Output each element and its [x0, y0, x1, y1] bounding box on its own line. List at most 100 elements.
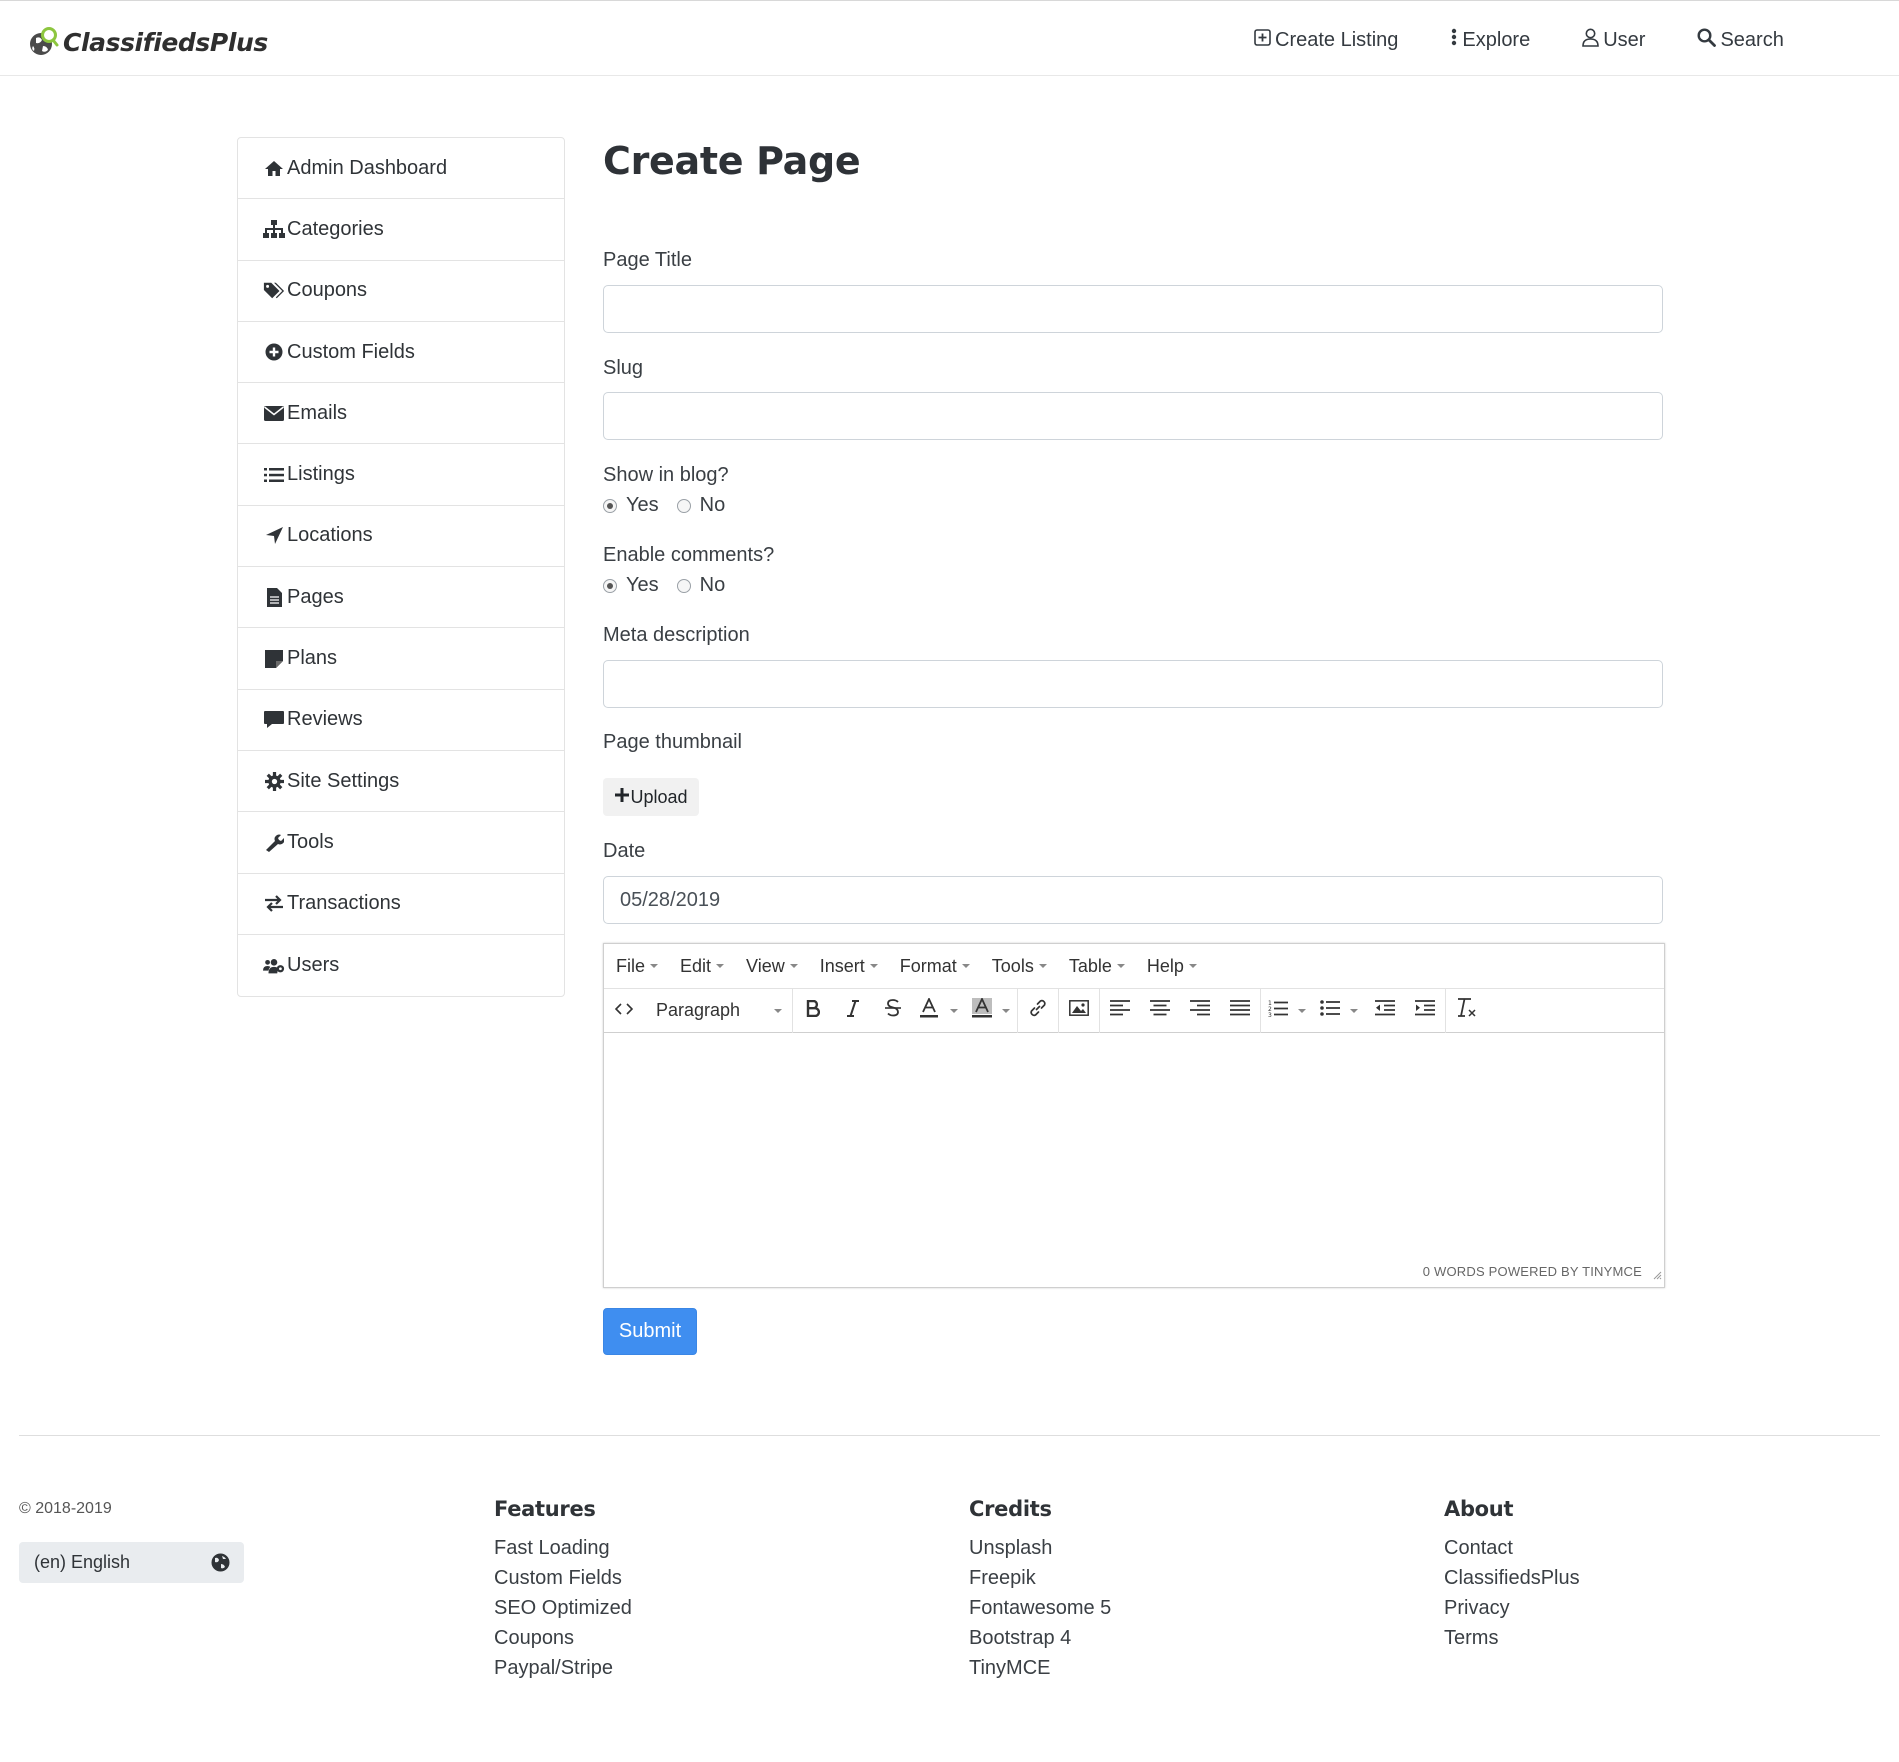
page-title: Create Page: [603, 139, 861, 183]
location-arrow-icon: [263, 526, 285, 546]
show-in-blog-no-label[interactable]: No: [700, 494, 726, 517]
sidebar-item-admin-dashboard[interactable]: Admin Dashboard: [238, 138, 564, 200]
show-in-blog-no-radio[interactable]: [676, 498, 691, 513]
sidebar-item-custom-fields[interactable]: Custom Fields: [238, 322, 564, 384]
upload-button[interactable]: Upload: [603, 778, 699, 816]
italic-icon: [847, 999, 859, 1022]
footer-link[interactable]: Privacy: [1444, 1593, 1580, 1623]
bold-button[interactable]: [793, 989, 833, 1033]
clear-formatting-button[interactable]: [1446, 989, 1486, 1033]
sidebar-item-pages[interactable]: Pages: [238, 567, 564, 629]
footer-link[interactable]: Paypal/Stripe: [494, 1653, 632, 1683]
editor-menu-insert[interactable]: Insert: [820, 956, 878, 977]
sidebar-item-reviews[interactable]: Reviews: [238, 690, 564, 751]
background-color-button[interactable]: [965, 989, 1017, 1033]
date-input[interactable]: 05/28/2019: [603, 876, 1663, 924]
numbered-list-button[interactable]: 123: [1261, 989, 1313, 1033]
sidebar-item-label: Listings: [287, 463, 355, 486]
user-icon: [1582, 28, 1603, 53]
footer-link[interactable]: Fast Loading: [494, 1533, 632, 1563]
rich-text-editor: File Edit View Insert Format Tools Table…: [603, 943, 1665, 1288]
editor-menu-file[interactable]: File: [616, 956, 659, 977]
sidebar-item-listings[interactable]: Listings: [238, 444, 564, 506]
sidebar-item-label: Site Settings: [287, 769, 400, 792]
footer-link[interactable]: Terms: [1444, 1623, 1580, 1653]
footer-link[interactable]: Unsplash: [969, 1533, 1111, 1563]
insert-image-button[interactable]: [1059, 989, 1099, 1033]
footer-link[interactable]: Bootstrap 4: [969, 1623, 1111, 1653]
sidebar-item-categories[interactable]: Categories: [238, 199, 564, 261]
strikethrough-button[interactable]: [873, 989, 913, 1033]
footer-link[interactable]: Coupons: [494, 1623, 632, 1653]
editor-menu-view[interactable]: View: [746, 956, 798, 977]
nav-explore-label: Explore: [1462, 28, 1531, 51]
enable-comments-no-label[interactable]: No: [700, 574, 726, 597]
enable-comments-yes-radio[interactable]: [603, 578, 617, 593]
gear-icon: [263, 771, 285, 791]
editor-menu-help[interactable]: Help: [1147, 956, 1197, 977]
italic-button[interactable]: [833, 989, 873, 1033]
plus-circle-icon: [263, 342, 285, 362]
sidebar-item-tools[interactable]: Tools: [238, 812, 564, 874]
editor-menu-table[interactable]: Table: [1069, 956, 1125, 977]
brand-logo[interactable]: ClassifiedsPlus: [28, 25, 268, 59]
caret-down-icon: [1038, 964, 1047, 968]
language-selector[interactable]: (en) English: [19, 1542, 244, 1583]
meta-description-input[interactable]: [603, 660, 1663, 708]
block-format-select[interactable]: Paragraph: [644, 989, 792, 1033]
editor-menu-format[interactable]: Format: [900, 956, 970, 977]
nav-user[interactable]: User: [1582, 27, 1645, 53]
enable-comments-yes-label[interactable]: Yes: [626, 574, 659, 597]
insert-link-button[interactable]: [1018, 989, 1058, 1033]
align-left-button[interactable]: [1100, 989, 1140, 1033]
editor-menu-tools[interactable]: Tools: [992, 956, 1047, 977]
home-icon: [263, 158, 285, 178]
sidebar-item-users[interactable]: Users: [238, 935, 564, 996]
footer-link[interactable]: Freepik: [969, 1563, 1111, 1593]
editor-menu-edit[interactable]: Edit: [680, 956, 725, 977]
nav-search[interactable]: Search: [1697, 27, 1784, 53]
page-title-input[interactable]: [603, 285, 1663, 333]
show-in-blog-yes-label[interactable]: Yes: [626, 494, 659, 517]
sidebar-item-label: Admin Dashboard: [287, 156, 448, 179]
ellipsis-vertical-icon: [1450, 27, 1462, 53]
align-right-button[interactable]: [1180, 989, 1220, 1033]
plus-icon: [614, 787, 630, 808]
show-in-blog-yes-radio[interactable]: [603, 498, 617, 513]
sidebar-item-transactions[interactable]: Transactions: [238, 874, 564, 935]
outdent-button[interactable]: [1365, 989, 1405, 1033]
indent-button[interactable]: [1405, 989, 1445, 1033]
sidebar-item-site-settings[interactable]: Site Settings: [238, 751, 564, 813]
editor-content-area[interactable]: [604, 1034, 1664, 1287]
source-code-button[interactable]: [604, 989, 644, 1033]
enable-comments-no-radio[interactable]: [676, 578, 691, 593]
footer-link[interactable]: Contact: [1444, 1533, 1580, 1563]
sidebar-item-plans[interactable]: Plans: [238, 628, 564, 690]
menu-label: View: [746, 955, 785, 976]
outdent-icon: [1375, 1000, 1395, 1021]
sidebar-item-emails[interactable]: Emails: [238, 383, 564, 445]
footer-link[interactable]: Custom Fields: [494, 1563, 632, 1593]
align-justify-button[interactable]: [1220, 989, 1260, 1033]
footer-column-credits: Credits Unsplash Freepik Fontawesome 5 B…: [969, 1497, 1111, 1683]
sidebar-item-locations[interactable]: Locations: [238, 506, 564, 568]
caret-down-icon: [950, 1008, 958, 1013]
nav-user-label: User: [1603, 28, 1646, 51]
bullet-list-button[interactable]: [1313, 989, 1365, 1033]
resize-handle-icon[interactable]: [1652, 1267, 1662, 1285]
caret-down-icon: [650, 964, 659, 968]
text-color-button[interactable]: [913, 989, 965, 1033]
nav-create-listing[interactable]: Create Listing: [1254, 27, 1398, 53]
language-label: (en) English: [34, 1552, 131, 1572]
submit-button[interactable]: Submit: [603, 1308, 697, 1355]
footer-link[interactable]: SEO Optimized: [494, 1593, 632, 1623]
slug-input[interactable]: [603, 392, 1663, 440]
footer-link[interactable]: ClassifiedsPlus: [1444, 1563, 1580, 1593]
footer-link[interactable]: Fontawesome 5: [969, 1593, 1111, 1623]
footer-link[interactable]: TinyMCE: [969, 1653, 1111, 1683]
comment-icon: [263, 710, 285, 730]
nav-explore[interactable]: Explore: [1450, 27, 1530, 53]
sidebar-item-label: Locations: [287, 524, 373, 547]
sidebar-item-coupons[interactable]: Coupons: [238, 261, 564, 322]
align-center-button[interactable]: [1140, 989, 1180, 1033]
